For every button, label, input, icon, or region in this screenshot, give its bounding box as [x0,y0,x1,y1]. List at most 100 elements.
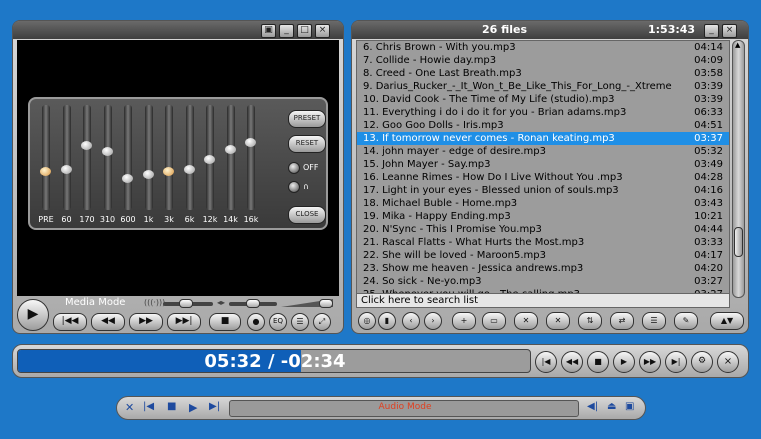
eq-slider-knob[interactable] [183,165,195,174]
playlist-row[interactable]: 14. john mayer - edge of desire.mp3 05:32 [357,145,729,158]
eq-slider-knob[interactable] [101,147,113,156]
select-all-icon[interactable]: ☰ [642,312,666,330]
playlist-row[interactable]: 8. Creed - One Last Breath.mp3 03:58 [357,67,729,80]
balance-slider[interactable] [246,299,260,308]
mini-volume-icon[interactable]: ◀| [587,401,598,412]
eq-slider-track[interactable] [101,105,113,210]
remove-icon[interactable]: ✕ [514,312,538,330]
eq-off-radio[interactable] [288,162,300,174]
mini-next-icon[interactable]: ▶| [209,401,220,412]
video-titlebar[interactable]: ▣ _ □ × [13,21,343,39]
eq-on-radio[interactable] [288,181,300,193]
scroll-up-icon[interactable]: ▲ [735,41,740,49]
eq-slider-knob[interactable] [142,170,154,179]
playlist-list[interactable]: 6. Chris Brown - With you.mp3 04:14 7. Col… [356,40,730,298]
eq-close-button[interactable]: CLOSE [288,206,326,224]
maximize-button[interactable]: □ [297,24,312,38]
eq-toggle-icon[interactable]: EQ [269,313,287,331]
playlist-row[interactable]: 11. Everything i do i do it for you - Br… [357,106,729,119]
minimize-button[interactable]: _ [279,24,294,38]
playlist-row[interactable]: 22. She will be loved - Maroon5.mp3 04:17 [357,249,729,262]
move-icon[interactable]: ⇅ [578,312,602,330]
rewind-button[interactable]: ◀◀ [91,313,125,331]
eq-slider-track[interactable] [224,105,236,210]
video-screen[interactable]: PRE 60 170 310 600 1k 3k 6k 12k 14k 16k PRESET RES… [17,40,339,296]
preset-button[interactable]: PRESET [288,110,326,128]
playlist-row[interactable]: 12. Goo Goo Dolls - Iris.mp3 04:51 [357,119,729,132]
tb-settings-icon[interactable]: ⚙ [691,351,713,373]
scroll-thumb[interactable] [734,227,743,257]
playlist-minimize-button[interactable]: _ [704,24,719,38]
playlist-row[interactable]: 18. Michael Buble - Home.mp3 03:43 [357,197,729,210]
eq-slider-track[interactable] [245,105,256,210]
volume-bars-icon[interactable]: ▮ [378,312,396,330]
tb-play-button[interactable]: ▶ [613,351,635,373]
playlist-row[interactable]: 23. Show me heaven - Jessica andrews.mp3… [357,262,729,275]
fullscreen-icon[interactable]: ⤢ [313,313,331,331]
eq-slider-track[interactable] [40,105,51,210]
options-icon[interactable]: ✎ [674,312,698,330]
mini-play-icon[interactable]: ▶ [189,401,197,414]
tb-close-button[interactable]: × [717,351,739,373]
mini-eject-icon[interactable]: ⏏ [607,401,616,412]
list-scroll-icon[interactable]: ▲▼ [710,312,744,330]
eq-slider-track[interactable] [204,105,215,210]
remove-selected-icon[interactable]: ✕ [546,312,570,330]
eq-slider-knob[interactable] [60,165,72,174]
tb-next-button[interactable]: ▶| [665,351,687,373]
add-folder-icon[interactable]: ▭ [482,312,506,330]
playlist-titlebar[interactable]: 26 files 1:53:43 _ × [352,21,748,39]
back-icon[interactable]: ‹ [402,312,420,330]
playlist-row[interactable]: 21. Rascal Flatts - What Hurts the Most.… [357,236,729,249]
add-file-icon[interactable]: + [452,312,476,330]
sort-icon[interactable]: ⇄ [610,312,634,330]
playlist-row[interactable]: 9. Darius_Rucker_-_It_Won_t_Be_Like_This… [357,80,729,93]
tb-stop-button[interactable]: ■ [587,351,609,373]
tb-rewind-button[interactable]: ◀◀ [561,351,583,373]
tb-ff-button[interactable]: ▶▶ [639,351,661,373]
playlist-row[interactable]: 19. Mika - Happy Ending.mp3 10:21 [357,210,729,223]
eq-slider-knob[interactable] [40,167,51,176]
fast-forward-button[interactable]: ▶▶ [129,313,163,331]
play-button[interactable]: ▶ [17,299,49,331]
mini-stop-icon[interactable]: ■ [167,401,176,412]
playlist-row[interactable]: 10. David Cook - The Time of My Life (st… [357,93,729,106]
eq-slider-knob[interactable] [224,145,236,154]
eq-slider-knob[interactable] [245,138,256,147]
master-volume-slider[interactable] [319,299,333,308]
search-field[interactable]: Click here to search list [356,293,730,308]
mini-prev-icon[interactable]: |◀ [143,401,154,412]
eq-slider-track[interactable] [60,105,72,210]
playlist-row[interactable]: 13. If tomorrow never comes - Ronan keat… [357,132,729,145]
stop-button[interactable]: ■ [209,313,241,331]
volume-slider[interactable] [179,299,194,308]
eq-slider-knob[interactable] [122,174,133,183]
eq-slider-knob[interactable] [81,141,92,150]
balance-icon[interactable]: ◂▸ [217,298,225,307]
next-track-button[interactable]: ▶▶| [167,313,201,331]
reset-button[interactable]: RESET [288,135,326,153]
playlist-toggle-icon[interactable]: ☰ [291,313,309,331]
cd-icon[interactable]: ◎ [358,312,376,330]
seek-bar[interactable]: 05:32 / -02:34 [17,349,531,373]
eq-slider-knob[interactable] [163,167,174,176]
playlist-row[interactable]: 17. Light in your eyes - Blessed union o… [357,184,729,197]
close-button[interactable]: × [315,24,330,38]
eq-slider-knob[interactable] [204,155,215,164]
playlist-scrollbar[interactable]: ▲ [732,40,745,298]
skin-icon[interactable]: ▣ [261,24,276,38]
playlist-row[interactable]: 24. So sick - Ne-yo.mp3 03:27 [357,275,729,288]
record-icon[interactable]: ● [247,313,265,331]
eq-slider-track[interactable] [142,105,154,210]
forward-icon[interactable]: › [424,312,442,330]
playlist-close-button[interactable]: × [722,24,737,38]
playlist-row[interactable]: 20. N'Sync - This I Promise You.mp3 04:44 [357,223,729,236]
playlist-row[interactable]: 16. Leanne Rimes - How Do I Live Without… [357,171,729,184]
eq-slider-track[interactable] [122,105,133,210]
eq-slider-track[interactable] [163,105,174,210]
mini-expand-icon[interactable]: ▣ [625,401,634,412]
eq-slider-track[interactable] [183,105,195,210]
playlist-row[interactable]: 7. Collide - Howie day.mp3 04:09 [357,54,729,67]
tb-prev-button[interactable]: |◀ [535,351,557,373]
prev-track-button[interactable]: |◀◀ [53,313,87,331]
